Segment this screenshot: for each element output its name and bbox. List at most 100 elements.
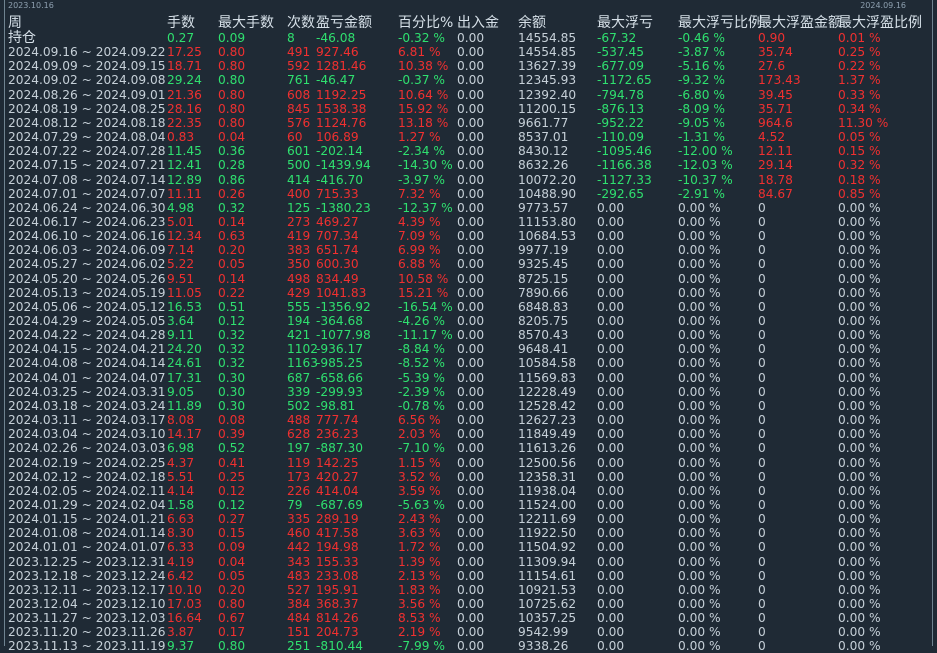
col-max-dd-cell: -67.32 bbox=[597, 31, 637, 45]
col-week-cell: 2024.01.08 ~ 2024.01.14 bbox=[8, 526, 166, 541]
col-max-profit-pct-cell: 0.32 % bbox=[838, 158, 881, 173]
header-col-count[interactable]: 次数 bbox=[287, 15, 315, 32]
col-pct-cell: -3.97 % bbox=[398, 172, 445, 187]
table-row[interactable]: 2024.01.08 ~ 2024.01.14 8.30 0.15 460 417.58… bbox=[0, 526, 937, 540]
table-row[interactable]: 2024.01.15 ~ 2024.01.21 6.63 0.27 335 289.19… bbox=[0, 512, 937, 526]
table-row[interactable]: 2024.03.04 ~ 2024.03.10 14.17 0.39 628 236.2… bbox=[0, 427, 937, 441]
col-deposit-cell: 0.00 bbox=[457, 101, 485, 116]
table-row[interactable]: 2024.03.18 ~ 2024.03.24 11.89 0.30 502 -98.8… bbox=[0, 399, 937, 413]
table-row[interactable]: 2024.04.01 ~ 2024.04.07 17.31 0.30 687 -658.… bbox=[0, 371, 937, 385]
col-max-profit-cell: 0 bbox=[758, 299, 766, 314]
table-row[interactable]: 2024.02.05 ~ 2024.02.11 4.14 0.12 226 414.04… bbox=[0, 484, 937, 498]
table-row[interactable]: 2024.07.15 ~ 2024.07.21 12.41 0.28 500 -1439… bbox=[0, 158, 937, 172]
col-max-dd-pct-cell: 0.00 % bbox=[678, 214, 721, 229]
header-col-pct[interactable]: 百分比% bbox=[398, 15, 453, 32]
table-row[interactable]: 2024.09.16 ~ 2024.09.22 17.25 0.80 491 927.4… bbox=[0, 45, 937, 59]
table-row[interactable]: 2024.07.01 ~ 2024.07.07 11.11 0.26 400 715.3… bbox=[0, 187, 937, 201]
col-max-dd-pct-cell: 0.00 % bbox=[678, 328, 721, 343]
col-pnl-cell: 289.19 bbox=[316, 512, 359, 527]
header-col-max-profit[interactable]: 最大浮盈金额 bbox=[758, 15, 842, 32]
col-deposit-cell: 0.00 bbox=[457, 59, 485, 74]
col-balance-cell: 11922.50 bbox=[518, 526, 577, 541]
table-row[interactable]: 2024.01.29 ~ 2024.02.04 1.58 0.12 79 -687.69… bbox=[0, 498, 937, 512]
col-balance-cell: 14554.85 bbox=[518, 45, 577, 60]
col-pct-cell: -5.63 % bbox=[398, 497, 445, 512]
header-col-max-profit-pct[interactable]: 最大浮盈比例 bbox=[838, 15, 922, 32]
table-row[interactable]: 2024.07.29 ~ 2024.08.04 0.83 0.04 60 106.89 1… bbox=[0, 130, 937, 144]
col-deposit-cell: 0.00 bbox=[457, 483, 485, 498]
table-row[interactable]: 2023.12.25 ~ 2023.12.31 4.19 0.04 343 155.33… bbox=[0, 555, 937, 569]
col-balance-cell: 7890.66 bbox=[518, 285, 569, 300]
col-week-cell: 2024.09.16 ~ 2024.09.22 bbox=[8, 45, 166, 60]
col-count-cell: 383 bbox=[287, 243, 311, 258]
table-row[interactable]: 2024.04.29 ~ 2024.05.05 3.64 0.12 194 -364.6… bbox=[0, 314, 937, 328]
col-lots-cell: 6.63 bbox=[167, 512, 195, 527]
col-max-profit-pct-cell: 0.00 % bbox=[838, 384, 881, 399]
col-pnl-cell: -98.81 bbox=[316, 398, 356, 413]
table-row[interactable]: 2024.03.25 ~ 2024.03.31 9.05 0.30 339 -299.9… bbox=[0, 385, 937, 399]
table-row[interactable]: 2024.08.19 ~ 2024.08.25 28.16 0.80 845 1538.… bbox=[0, 102, 937, 116]
col-max-dd-cell: 0.00 bbox=[597, 384, 625, 399]
col-balance-cell: 8570.43 bbox=[518, 328, 569, 343]
col-count-cell: 414 bbox=[287, 172, 311, 187]
table-row[interactable]: 2024.05.27 ~ 2024.06.02 5.22 0.05 350 600.30… bbox=[0, 257, 937, 271]
col-pct-cell: 6.56 % bbox=[398, 413, 441, 428]
col-lots-cell: 9.05 bbox=[167, 384, 195, 399]
table-row[interactable]: 2024.04.08 ~ 2024.04.14 24.61 0.32 1163 -985… bbox=[0, 356, 937, 370]
col-pct-cell: 10.58 % bbox=[398, 271, 449, 286]
table-row[interactable]: 2023.12.11 ~ 2023.12.17 10.10 0.20 527 195.9… bbox=[0, 583, 937, 597]
table-row[interactable]: 2024.09.02 ~ 2024.09.08 29.24 0.80 761 -46.4… bbox=[0, 73, 937, 87]
table-row[interactable]: 2024.02.19 ~ 2024.02.25 4.37 0.41 119 142.25… bbox=[0, 456, 937, 470]
col-max-profit-cell: 0 bbox=[758, 526, 766, 541]
table-row[interactable]: 2024.05.13 ~ 2024.05.19 11.05 0.22 429 1041.… bbox=[0, 286, 937, 300]
table-row[interactable]: 2024.02.12 ~ 2024.02.18 5.51 0.25 173 420.27… bbox=[0, 470, 937, 484]
table-row[interactable]: 2024.07.22 ~ 2024.07.28 11.45 0.36 601 -202.… bbox=[0, 144, 937, 158]
col-lots-cell: 9.37 bbox=[167, 639, 195, 653]
table-row[interactable]: 2024.06.24 ~ 2024.06.30 4.98 0.32 125 -1380.… bbox=[0, 201, 937, 215]
col-lots-cell: 12.89 bbox=[167, 172, 202, 187]
col-lots-cell: 5.01 bbox=[167, 214, 195, 229]
header-col-deposit[interactable]: 出入金 bbox=[457, 15, 499, 32]
col-lots-cell: 11.89 bbox=[167, 398, 202, 413]
table-row[interactable]: 2024.04.15 ~ 2024.04.21 24.20 0.32 1102 -936… bbox=[0, 342, 937, 356]
table-row[interactable]: 2024.05.20 ~ 2024.05.26 9.51 0.14 498 834.49… bbox=[0, 272, 937, 286]
table-row[interactable]: 2024.07.08 ~ 2024.07.14 12.89 0.86 414 -416.… bbox=[0, 173, 937, 187]
col-count-cell: 483 bbox=[287, 568, 311, 583]
col-week-cell: 2024.06.03 ~ 2024.06.09 bbox=[8, 243, 166, 258]
table-row[interactable]: 2024.06.03 ~ 2024.06.09 7.14 0.20 383 651.74… bbox=[0, 243, 937, 257]
header-col-max-dd[interactable]: 最大浮亏 bbox=[597, 15, 653, 32]
table-row[interactable]: 2024.05.06 ~ 2024.05.12 16.53 0.51 555 -1356… bbox=[0, 300, 937, 314]
table-row[interactable]: 2024.01.01 ~ 2024.01.07 6.33 0.09 442 194.98… bbox=[0, 540, 937, 554]
table-row-open-position[interactable]: 持仓 0.27 0.09 8 -46.08 -0.32 % 0.00 14554.85 -67.… bbox=[0, 31, 937, 45]
col-balance-cell: 9773.57 bbox=[518, 200, 569, 215]
col-pct-cell: 7.32 % bbox=[398, 186, 441, 201]
col-pct-cell: 8.53 % bbox=[398, 611, 441, 626]
table-row[interactable]: 2024.04.22 ~ 2024.04.28 9.11 0.32 421 -1077.… bbox=[0, 328, 937, 342]
header-col-max-dd-pct[interactable]: 最大浮亏比例 bbox=[678, 15, 762, 32]
col-max-dd-pct-cell: -1.31 % bbox=[678, 130, 725, 145]
table-row[interactable]: 2024.08.26 ~ 2024.09.01 21.36 0.80 608 1192.… bbox=[0, 88, 937, 102]
table-row[interactable]: 2023.12.18 ~ 2023.12.24 6.42 0.05 483 233.08… bbox=[0, 569, 937, 583]
col-max-profit-cell: 0 bbox=[758, 384, 766, 399]
col-count-cell: 576 bbox=[287, 115, 311, 130]
header-col-balance[interactable]: 余额 bbox=[518, 15, 546, 32]
table-row[interactable]: 2023.11.20 ~ 2023.11.26 3.87 0.17 151 204.73… bbox=[0, 625, 937, 639]
table-row[interactable]: 2024.06.17 ~ 2024.06.23 5.01 0.14 273 469.27… bbox=[0, 215, 937, 229]
col-week-cell: 2024.08.12 ~ 2024.08.18 bbox=[8, 115, 166, 130]
table-row[interactable]: 2024.08.12 ~ 2024.08.18 22.35 0.80 576 1124.… bbox=[0, 116, 937, 130]
header-col-max-lots[interactable]: 最大手数 bbox=[218, 15, 274, 32]
col-max-dd-cell: 0.00 bbox=[597, 271, 625, 286]
col-pct-cell: -11.17 % bbox=[398, 328, 453, 343]
table-row[interactable]: 2024.06.10 ~ 2024.06.16 12.34 0.63 419 707.3… bbox=[0, 229, 937, 243]
table-row[interactable]: 2024.02.26 ~ 2024.03.03 6.98 0.52 197 -887.3… bbox=[0, 441, 937, 455]
table-row[interactable]: 2024.09.09 ~ 2024.09.15 18.71 0.80 592 1281.… bbox=[0, 59, 937, 73]
col-balance-cell: 10357.25 bbox=[518, 611, 577, 626]
table-row[interactable]: 2023.11.27 ~ 2023.12.03 16.64 0.67 484 814.2… bbox=[0, 611, 937, 625]
col-deposit-cell: 0.00 bbox=[457, 512, 485, 527]
table-row[interactable]: 2023.11.13 ~ 2023.11.19 9.37 0.80 251 -810.4… bbox=[0, 639, 937, 653]
table-row[interactable]: 2023.12.04 ~ 2023.12.10 17.03 0.80 384 368.3… bbox=[0, 597, 937, 611]
col-max-dd-cell: 0.00 bbox=[597, 568, 625, 583]
header-col-pnl[interactable]: 盈亏金额 bbox=[316, 15, 372, 32]
header-col-lots[interactable]: 手数 bbox=[167, 15, 195, 32]
table-row[interactable]: 2024.03.11 ~ 2024.03.17 8.08 0.08 488 777.74… bbox=[0, 413, 937, 427]
